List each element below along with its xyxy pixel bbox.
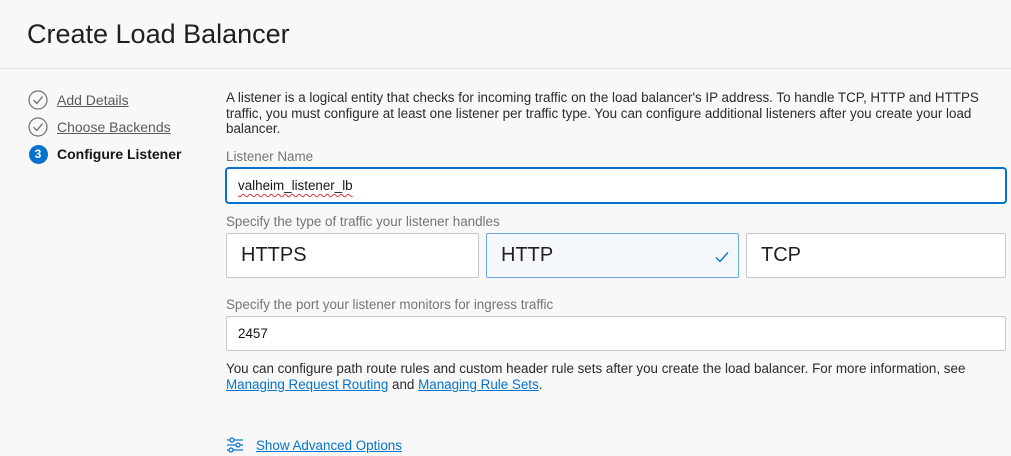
traffic-option-label: HTTPS	[241, 244, 307, 266]
step-number-badge: 3	[28, 144, 48, 164]
wizard-steps: Add Details Choose Backends 3 Configure …	[28, 89, 181, 170]
step-add-details[interactable]: Add Details	[28, 89, 181, 111]
show-advanced-options-link[interactable]: Show Advanced Options	[256, 438, 402, 453]
traffic-option-label: HTTP	[501, 244, 554, 266]
listener-form: A listener is a logical entity that chec…	[226, 90, 1006, 137]
managing-rule-sets-link[interactable]: Managing Rule Sets	[418, 377, 539, 392]
step-number: 3	[28, 144, 48, 164]
footnote-text: You can configure path route rules and c…	[226, 361, 966, 376]
check-circle-icon	[28, 90, 48, 110]
step-choose-backends[interactable]: Choose Backends	[28, 116, 181, 138]
port-input[interactable]: 2457	[226, 316, 1006, 351]
step-label-choose-backends[interactable]: Choose Backends	[57, 119, 171, 135]
checkmark-icon	[715, 252, 729, 263]
traffic-option-label: TCP	[761, 244, 801, 266]
traffic-option-http[interactable]: HTTP	[486, 233, 739, 278]
advanced-options-toggle[interactable]: Show Advanced Options	[226, 436, 402, 454]
sliders-icon	[227, 437, 243, 453]
managing-request-routing-link[interactable]: Managing Request Routing	[226, 377, 388, 392]
step-label-configure-listener: Configure Listener	[57, 146, 182, 162]
footnote-end: .	[538, 377, 543, 392]
step-configure-listener: 3 Configure Listener	[28, 143, 181, 165]
listener-name-value: valheim_listener_lb	[238, 178, 353, 193]
traffic-type-label: Specify the type of traffic your listene…	[226, 214, 500, 229]
listener-name-label: Listener Name	[226, 149, 314, 164]
page-header: Create Load Balancer	[0, 0, 1011, 69]
check-circle-icon	[28, 117, 48, 137]
port-label: Specify the port your listener monitors …	[226, 297, 554, 312]
listener-intro: A listener is a logical entity that chec…	[226, 90, 979, 136]
routing-footnote: You can configure path route rules and c…	[226, 361, 1006, 393]
port-value: 2457	[238, 326, 268, 341]
footnote-and: and	[392, 377, 415, 392]
step-label-add-details[interactable]: Add Details	[57, 92, 129, 108]
listener-name-input[interactable]: valheim_listener_lb	[226, 168, 1006, 203]
traffic-option-tcp[interactable]: TCP	[746, 233, 1006, 278]
page-title: Create Load Balancer	[27, 19, 290, 49]
traffic-option-https[interactable]: HTTPS	[226, 233, 479, 278]
